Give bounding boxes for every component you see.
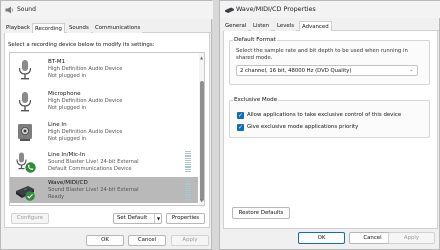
cancel-button[interactable]: Cancel bbox=[128, 235, 166, 246]
tab-listen[interactable]: Listen bbox=[251, 21, 272, 31]
apply-button[interactable]: Apply bbox=[171, 235, 209, 246]
tab-communications[interactable]: Communications bbox=[93, 23, 143, 33]
default-format-group: Default Format Select the sample rate an… bbox=[229, 37, 430, 85]
sound-window: Sound Playback Recording Sounds Communic… bbox=[0, 0, 213, 250]
level-meter bbox=[185, 179, 191, 201]
properties-tab-bar: General Listen Levels Advanced bbox=[223, 21, 439, 32]
default-format-description: Select the sample rate and bit depth to … bbox=[236, 48, 408, 61]
window-title: Wave/MIDI/CD Properties bbox=[236, 5, 316, 13]
scroll-down-arrow-icon[interactable]: ▼ bbox=[200, 198, 203, 203]
device-description: Sound Blaster Live! 24-bit External bbox=[48, 159, 139, 165]
microphone-icon bbox=[18, 92, 32, 112]
sound-tab-bar: Playback Recording Sounds Communications bbox=[4, 23, 212, 34]
tab-playback[interactable]: Playback bbox=[4, 23, 33, 33]
checkmark-icon bbox=[25, 191, 35, 201]
instructions-text: Select a recording device below to modif… bbox=[8, 42, 155, 48]
level-meter bbox=[185, 151, 191, 173]
device-status: Ready bbox=[48, 194, 65, 200]
scroll-up-arrow-icon[interactable]: ▲ bbox=[200, 55, 203, 60]
device-name: Microphone bbox=[48, 91, 81, 97]
set-default-button[interactable]: Set Default ▼ bbox=[113, 213, 162, 224]
restore-defaults-button[interactable]: Restore Defaults bbox=[232, 207, 290, 219]
advanced-panel: Default Format Select the sample rate an… bbox=[223, 31, 438, 229]
apply-button[interactable]: Apply bbox=[388, 232, 435, 244]
sound-titlebar[interactable]: Sound bbox=[1, 1, 213, 19]
chevron-down-icon[interactable]: ▼ bbox=[154, 214, 162, 223]
device-name: Line In/Mic-In bbox=[48, 152, 86, 158]
device-name: BT-M1 bbox=[48, 59, 66, 65]
recording-device-list[interactable]: BT-M1 High Definition Audio Device Not p… bbox=[9, 52, 205, 206]
device-status: Not plugged in bbox=[48, 105, 87, 111]
properties-titlebar[interactable]: Wave/MIDI/CD Properties bbox=[220, 1, 440, 18]
tab-general[interactable]: General bbox=[223, 21, 249, 31]
device-status: Not plugged in bbox=[48, 73, 87, 79]
default-format-heading: Default Format bbox=[233, 37, 277, 43]
ok-button[interactable]: OK bbox=[86, 235, 124, 246]
window-title: Sound bbox=[17, 6, 36, 13]
ok-button[interactable]: OK bbox=[298, 232, 345, 244]
exclusive-mode-group: Exclusive Mode ✓ Allow applications to t… bbox=[229, 97, 430, 138]
sound-card-icon bbox=[225, 7, 234, 13]
device-row-wave-midi-cd[interactable]: Wave/MIDI/CD Sound Blaster Live! 24-bit … bbox=[10, 177, 198, 203]
device-row-line-in[interactable]: Line In High Definition Audio Device Not… bbox=[10, 119, 198, 145]
device-description: Sound Blaster Live! 24-bit External bbox=[48, 187, 139, 193]
device-row-line-in-mic-in[interactable]: Line In/Mic-In Sound Blaster Live! 24-bi… bbox=[10, 149, 198, 175]
tab-levels[interactable]: Levels bbox=[275, 21, 297, 31]
device-description: High Definition Audio Device bbox=[48, 98, 123, 104]
exclusive-priority-label: Give exclusive mode applications priorit… bbox=[247, 124, 359, 130]
set-default-label: Set Default bbox=[117, 215, 148, 221]
exclusive-priority-checkbox[interactable]: ✓ bbox=[237, 124, 244, 131]
sample-format-value: 2 channel, 16 bit, 48000 Hz (DVD Quality… bbox=[240, 68, 352, 74]
speaker-icon bbox=[5, 6, 14, 14]
device-name: Wave/MIDI/CD bbox=[48, 180, 88, 186]
device-list-scrollbar[interactable]: ▲ ▼ bbox=[199, 53, 204, 205]
device-row-bt-m1[interactable]: BT-M1 High Definition Audio Device Not p… bbox=[10, 56, 198, 82]
exclusive-control-checkbox[interactable]: ✓ bbox=[237, 112, 244, 119]
chevron-down-icon[interactable]: ⌄ bbox=[408, 67, 415, 75]
sample-format-dropdown[interactable]: 2 channel, 16 bit, 48000 Hz (DVD Quality… bbox=[236, 65, 418, 76]
exclusive-mode-heading: Exclusive Mode bbox=[233, 97, 279, 103]
properties-window: Wave/MIDI/CD Properties General Listen L… bbox=[219, 0, 440, 250]
device-status: Default Communications Device bbox=[48, 166, 132, 172]
device-row-microphone[interactable]: Microphone High Definition Audio Device … bbox=[10, 88, 198, 114]
tab-sounds[interactable]: Sounds bbox=[67, 23, 91, 33]
device-status: Not plugged in bbox=[48, 136, 87, 142]
scrollbar-thumb[interactable] bbox=[200, 81, 204, 201]
exclusive-control-label: Allow applications to take exclusive con… bbox=[247, 112, 402, 118]
properties-button[interactable]: Properties bbox=[166, 213, 205, 224]
device-description: High Definition Audio Device bbox=[48, 129, 123, 135]
microphone-icon bbox=[18, 60, 32, 80]
line-in-jack-icon bbox=[18, 124, 32, 141]
phone-icon bbox=[25, 162, 36, 173]
device-description: High Definition Audio Device bbox=[48, 66, 123, 72]
device-name: Line In bbox=[48, 122, 67, 128]
configure-button[interactable]: Configure bbox=[11, 213, 49, 224]
